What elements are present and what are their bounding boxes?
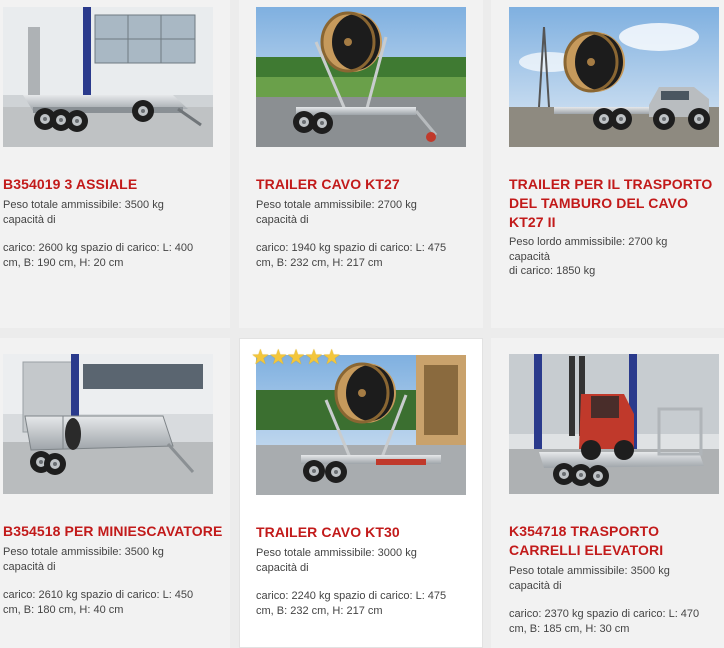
product-card-k354718[interactable]: K354718 TRASPORTO CARRELLI ELEVATORI Pes… xyxy=(491,338,724,648)
spec-weight: Peso totale ammissibile: 3500 kg xyxy=(509,565,670,577)
mini-excavator-trailer-image[interactable] xyxy=(3,354,213,494)
product-title[interactable]: B354019 3 ASSIALE xyxy=(3,175,223,194)
product-specs: Peso totale ammissibile: 3000 kg capacit… xyxy=(256,546,476,618)
cable-drum-trailer-image[interactable] xyxy=(256,7,466,147)
product-code: B354518 xyxy=(3,523,61,539)
spec-dimensions: cm, B: 232 cm, H: 217 cm xyxy=(256,256,383,269)
spec-load: di carico: 1850 kg xyxy=(509,265,596,277)
product-name: CAVO KT27 xyxy=(321,176,400,192)
product-code: K354718 xyxy=(509,523,567,539)
product-title[interactable]: TRAILER PER IL TRASPORTO DEL TAMBURO DEL… xyxy=(509,175,721,232)
product-title[interactable]: K354718 TRASPORTO CARRELLI ELEVATORI xyxy=(509,522,721,560)
product-name: 3 ASSIALE xyxy=(64,176,138,192)
spec-dimensions: cm, B: 190 cm, H: 20 cm xyxy=(3,256,124,269)
spec-dimensions: cm, B: 185 cm, H: 30 cm xyxy=(509,622,630,635)
product-card-cavo-kt27[interactable]: TRAILER CAVO KT27 Peso totale ammissibil… xyxy=(239,0,483,328)
product-code: TRAILER xyxy=(256,176,318,192)
spec-capacity-label: capacità di xyxy=(3,213,56,226)
spec-capacity-label: capacità xyxy=(509,250,550,263)
spec-capacity-label: capacità di xyxy=(509,579,562,592)
spec-load: carico: 2600 kg spazio di carico: L: 400 xyxy=(3,242,194,254)
spec-capacity-label: capacità di xyxy=(3,560,56,573)
spec-weight: Peso lordo ammissibile: 2700 kg xyxy=(509,236,668,248)
spec-weight: Peso totale ammissibile: 2700 kg xyxy=(256,199,417,211)
product-code: B354019 xyxy=(3,176,61,192)
product-specs: Peso totale ammissibile: 3500 kg capacit… xyxy=(509,564,719,636)
product-specs: Peso totale ammissibile: 3500 kg capacit… xyxy=(3,198,223,270)
product-title[interactable]: TRAILER CAVO KT30 xyxy=(256,523,478,542)
spec-weight: Peso totale ammissibile: 3500 kg xyxy=(3,199,164,211)
cable-drum-trailer-kt30-image[interactable] xyxy=(256,355,466,495)
spec-load: carico: 2240 kg spazio di carico: L: 475 xyxy=(256,590,447,602)
spec-weight: Peso totale ammissibile: 3500 kg xyxy=(3,546,164,558)
spec-load: carico: 2370 kg spazio di carico: L: 470 xyxy=(509,608,700,620)
spec-capacity-label: capacità di xyxy=(256,213,309,226)
product-name: PER MINIESCAVATORE xyxy=(64,523,223,539)
product-title[interactable]: TRAILER CAVO KT27 xyxy=(256,175,476,194)
product-specs: Peso totale ammissibile: 3500 kg capacit… xyxy=(3,545,223,617)
product-card-cavo-kt27-ii[interactable]: TRAILER PER IL TRASPORTO DEL TAMBURO DEL… xyxy=(491,0,724,328)
product-code: TRAILER xyxy=(256,524,318,540)
product-code: TRAILER xyxy=(509,176,571,192)
spec-dimensions: cm, B: 232 cm, H: 217 cm xyxy=(256,604,383,617)
cable-drum-trailer-car-image[interactable] xyxy=(509,7,719,147)
product-specs: Peso lordo ammissibile: 2700 kg capacità… xyxy=(509,235,719,279)
spec-load: carico: 1940 kg spazio di carico: L: 475 xyxy=(256,242,447,254)
rating-stars: ★★★★★ xyxy=(251,346,341,369)
spec-dimensions: cm, B: 180 cm, H: 40 cm xyxy=(3,603,124,616)
product-card-b354019[interactable]: B354019 3 ASSIALE Peso totale ammissibil… xyxy=(0,0,230,328)
product-card-cavo-kt30[interactable]: ★★★★★ TRAILER CAVO KT30 Peso totale ammi… xyxy=(239,338,483,648)
product-name: CAVO KT30 xyxy=(321,524,400,540)
product-card-b354518[interactable]: B354518 PER MINIESCAVATORE Peso totale a… xyxy=(0,338,230,648)
product-specs: Peso totale ammissibile: 2700 kg capacit… xyxy=(256,198,476,270)
spec-weight: Peso totale ammissibile: 3000 kg xyxy=(256,547,417,559)
product-title[interactable]: B354518 PER MINIESCAVATORE xyxy=(3,522,225,541)
forklift-trailer-image[interactable] xyxy=(509,354,719,494)
spec-capacity-label: capacità di xyxy=(256,561,309,574)
triple-axle-trailer-image[interactable] xyxy=(3,7,213,147)
spec-load: carico: 2610 kg spazio di carico: L: 450 xyxy=(3,589,194,601)
